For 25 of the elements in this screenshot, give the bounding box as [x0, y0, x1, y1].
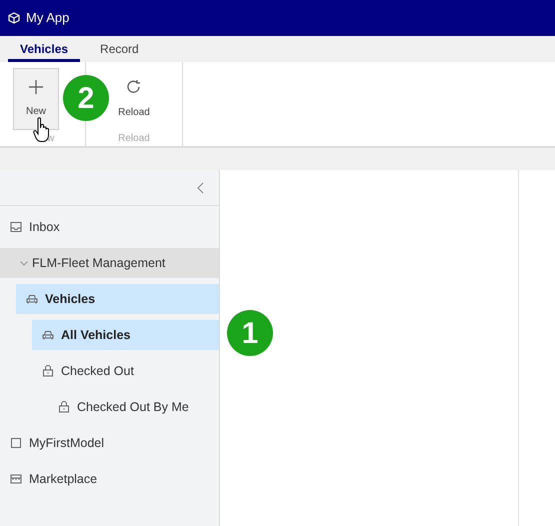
lock-icon [58, 401, 70, 413]
tree-item[interactable]: FLM-Fleet Management [0, 248, 219, 278]
window-title: My App [26, 9, 70, 28]
store-icon [10, 473, 22, 485]
plus-icon [29, 80, 43, 94]
cube-icon [8, 12, 20, 24]
tree-item[interactable]: Checked Out [32, 356, 219, 386]
car-icon [26, 293, 38, 305]
lock-icon [42, 365, 54, 377]
ribbon-button[interactable]: Reload [111, 68, 157, 130]
inbox-icon [10, 221, 22, 233]
tree-item[interactable]: Checked Out By Me [48, 392, 219, 422]
group-label: Reload [118, 132, 150, 146]
car-icon [42, 329, 54, 341]
tree-item[interactable]: Marketplace [0, 464, 219, 494]
tree-item[interactable]: All Vehicles [32, 320, 219, 350]
collapse-icon[interactable] [197, 182, 205, 194]
square-icon [10, 437, 22, 449]
ribbon-button[interactable]: New [13, 68, 59, 130]
tree-item[interactable]: Inbox [0, 212, 219, 242]
chevron-down-icon [20, 260, 28, 266]
tree-item[interactable]: Vehicles [16, 284, 219, 314]
tree-item[interactable]: MyFirstModel [0, 428, 219, 458]
reload-icon [126, 78, 142, 94]
ribbon-tab[interactable]: Record [88, 38, 151, 62]
